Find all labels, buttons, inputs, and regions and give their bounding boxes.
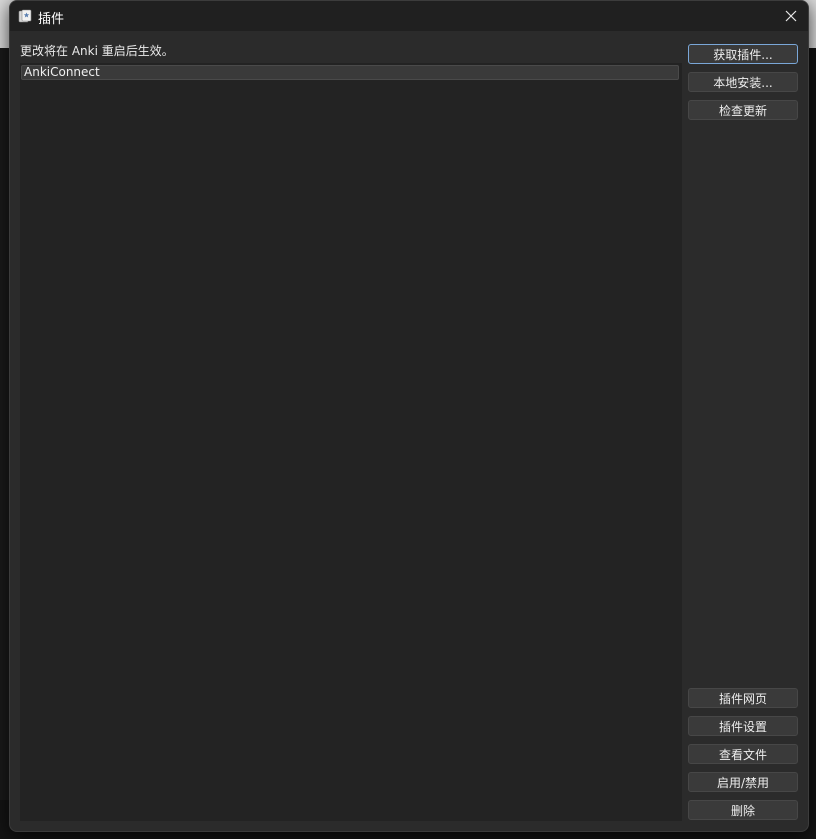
addons-dialog: 插件 更改将在 Anki 重启后生效。 AnkiConnect 获取插件... … — [9, 0, 809, 832]
install-from-file-button[interactable]: 本地安装... — [688, 72, 798, 92]
addon-list[interactable]: AnkiConnect — [20, 63, 682, 821]
check-updates-button[interactable]: 检查更新 — [688, 100, 798, 120]
titlebar: 插件 — [10, 1, 808, 31]
anki-icon — [18, 9, 32, 23]
toggle-enabled-button[interactable]: 启用/禁用 — [688, 772, 798, 792]
delete-button[interactable]: 删除 — [688, 800, 798, 820]
get-addons-button[interactable]: 获取插件... — [688, 44, 798, 64]
addon-webpage-button[interactable]: 插件网页 — [688, 688, 798, 708]
addon-list-item[interactable]: AnkiConnect — [21, 65, 679, 80]
close-button[interactable] — [774, 1, 808, 31]
close-icon — [785, 10, 797, 22]
addon-config-button[interactable]: 插件设置 — [688, 716, 798, 736]
view-files-button[interactable]: 查看文件 — [688, 744, 798, 764]
restart-notice: 更改将在 Anki 重启后生效。 — [20, 44, 174, 58]
window-title: 插件 — [38, 12, 65, 27]
